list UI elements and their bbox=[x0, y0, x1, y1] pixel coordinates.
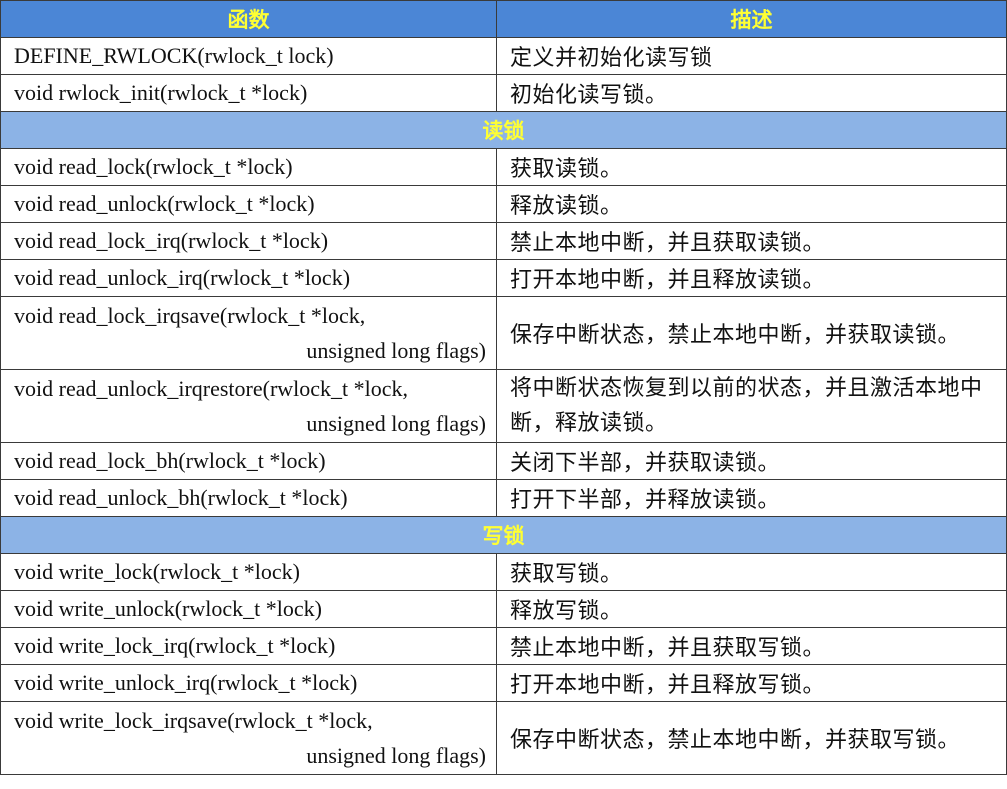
description-cell: 获取写锁。 bbox=[496, 553, 1007, 591]
description-cell: 保存中断状态，禁止本地中断，并获取读锁。 bbox=[496, 296, 1007, 370]
function-cell: void rwlock_init(rwlock_t *lock) bbox=[0, 74, 497, 112]
description-cell: 定义并初始化读写锁 bbox=[496, 37, 1007, 75]
table-row: void read_lock_irqsave(rwlock_t *lock, u… bbox=[0, 296, 1007, 370]
function-cell: DEFINE_RWLOCK(rwlock_t lock) bbox=[0, 37, 497, 75]
function-cell: void write_lock(rwlock_t *lock) bbox=[0, 553, 497, 591]
function-cell: void write_unlock(rwlock_t *lock) bbox=[0, 590, 497, 628]
table-row: void read_lock(rwlock_t *lock) 获取读锁。 bbox=[0, 148, 1007, 186]
table-row: void write_unlock(rwlock_t *lock) 释放写锁。 bbox=[0, 590, 1007, 628]
section-row-read-lock: 读锁 bbox=[0, 111, 1007, 149]
column-header-function: 函数 bbox=[0, 0, 497, 38]
description-cell: 打开本地中断，并且释放写锁。 bbox=[496, 664, 1007, 702]
description-cell: 获取读锁。 bbox=[496, 148, 1007, 186]
description-cell: 关闭下半部，并获取读锁。 bbox=[496, 442, 1007, 480]
function-signature-line1: void read_lock_irqsave(rwlock_t *lock, bbox=[14, 303, 366, 328]
description-cell: 初始化读写锁。 bbox=[496, 74, 1007, 112]
function-signature-line1: void write_lock_irqsave(rwlock_t *lock, bbox=[14, 708, 373, 733]
function-cell: void write_lock_irq(rwlock_t *lock) bbox=[0, 627, 497, 665]
function-cell: void write_unlock_irq(rwlock_t *lock) bbox=[0, 664, 497, 702]
rwlock-api-table: 函数 描述 DEFINE_RWLOCK(rwlock_t lock) 定义并初始… bbox=[0, 0, 1007, 775]
description-cell: 禁止本地中断，并且获取写锁。 bbox=[496, 627, 1007, 665]
description-cell: 打开下半部，并释放读锁。 bbox=[496, 479, 1007, 517]
description-cell: 禁止本地中断，并且获取读锁。 bbox=[496, 222, 1007, 260]
description-cell: 打开本地中断，并且释放读锁。 bbox=[496, 259, 1007, 297]
function-cell: void read_lock_irq(rwlock_t *lock) bbox=[0, 222, 497, 260]
table-row: void write_lock(rwlock_t *lock) 获取写锁。 bbox=[0, 553, 1007, 591]
table-row: void read_unlock_irqrestore(rwlock_t *lo… bbox=[0, 369, 1007, 443]
description-cell: 将中断状态恢复到以前的状态，并且激活本地中断，释放读锁。 bbox=[496, 369, 1007, 443]
table-row: void read_unlock_irq(rwlock_t *lock) 打开本… bbox=[0, 259, 1007, 297]
function-cell: void read_unlock(rwlock_t *lock) bbox=[0, 185, 497, 223]
section-title: 读锁 bbox=[0, 111, 1007, 149]
function-cell: void read_lock_irqsave(rwlock_t *lock, u… bbox=[0, 296, 497, 370]
section-title: 写锁 bbox=[0, 516, 1007, 554]
table-header-row: 函数 描述 bbox=[0, 0, 1007, 38]
table-row: void write_lock_irqsave(rwlock_t *lock, … bbox=[0, 701, 1007, 775]
table-row: void read_lock_bh(rwlock_t *lock) 关闭下半部，… bbox=[0, 442, 1007, 480]
function-signature-line2: unsigned long flags) bbox=[306, 743, 486, 768]
description-cell: 保存中断状态，禁止本地中断，并获取写锁。 bbox=[496, 701, 1007, 775]
table-row: void write_unlock_irq(rwlock_t *lock) 打开… bbox=[0, 664, 1007, 702]
table-row: void rwlock_init(rwlock_t *lock) 初始化读写锁。 bbox=[0, 74, 1007, 112]
function-cell: void read_unlock_irqrestore(rwlock_t *lo… bbox=[0, 369, 497, 443]
column-header-description: 描述 bbox=[496, 0, 1007, 38]
function-cell: void read_unlock_irq(rwlock_t *lock) bbox=[0, 259, 497, 297]
table-row: DEFINE_RWLOCK(rwlock_t lock) 定义并初始化读写锁 bbox=[0, 37, 1007, 75]
function-signature-line2: unsigned long flags) bbox=[306, 411, 486, 436]
function-signature-line1: void read_unlock_irqrestore(rwlock_t *lo… bbox=[14, 376, 409, 401]
table-row: void read_unlock_bh(rwlock_t *lock) 打开下半… bbox=[0, 479, 1007, 517]
section-row-write-lock: 写锁 bbox=[0, 516, 1007, 554]
function-cell: void read_unlock_bh(rwlock_t *lock) bbox=[0, 479, 497, 517]
description-cell: 释放写锁。 bbox=[496, 590, 1007, 628]
table-row: void write_lock_irq(rwlock_t *lock) 禁止本地… bbox=[0, 627, 1007, 665]
function-signature-line2: unsigned long flags) bbox=[306, 338, 486, 363]
function-cell: void read_lock_bh(rwlock_t *lock) bbox=[0, 442, 497, 480]
function-cell: void read_lock(rwlock_t *lock) bbox=[0, 148, 497, 186]
table-row: void read_lock_irq(rwlock_t *lock) 禁止本地中… bbox=[0, 222, 1007, 260]
function-cell: void write_lock_irqsave(rwlock_t *lock, … bbox=[0, 701, 497, 775]
description-cell: 释放读锁。 bbox=[496, 185, 1007, 223]
table-row: void read_unlock(rwlock_t *lock) 释放读锁。 bbox=[0, 185, 1007, 223]
